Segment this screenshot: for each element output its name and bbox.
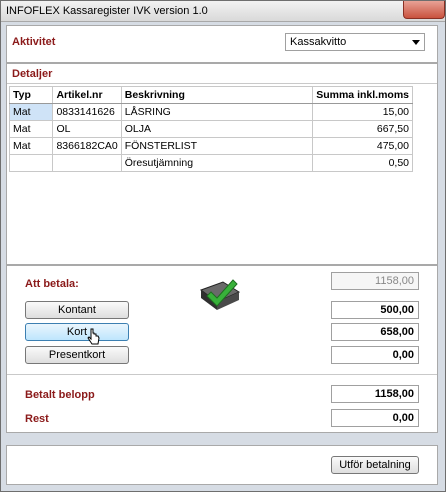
kort-field[interactable]: 658,00 [331, 323, 419, 341]
divider [7, 83, 437, 84]
cell-summa[interactable]: 475,00 [312, 137, 413, 155]
cell-beskrivning[interactable]: FÖNSTERLIST [120, 137, 314, 155]
cell-beskrivning[interactable]: Öresutjämning [120, 154, 314, 172]
cell-typ[interactable] [8, 154, 54, 172]
table-row[interactable]: Mat OL OLJA 667,50 [8, 120, 413, 138]
betalt-belopp-field: 1158,00 [331, 385, 419, 403]
kontant-button[interactable]: Kontant [25, 301, 129, 319]
cell-beskrivning[interactable]: LÅSRING [120, 103, 314, 121]
payment-pane: Att betala: 1158,00 Kontant 500,00 Kort … [6, 265, 438, 433]
aktivitet-select[interactable]: Kassakvitto [285, 33, 425, 51]
kontant-field[interactable]: 500,00 [331, 301, 419, 319]
cell-summa[interactable]: 667,50 [312, 120, 413, 138]
checkmark-register-icon [199, 279, 241, 310]
mouse-pointer-icon [87, 328, 100, 345]
cell-artikel[interactable] [52, 154, 122, 172]
presentkort-field[interactable]: 0,00 [331, 346, 419, 364]
cell-typ[interactable]: Mat [8, 137, 54, 155]
table-row[interactable]: Mat 8366182CA0 FÖNSTERLIST 475,00 [8, 137, 413, 155]
att-betala-label: Att betala: [25, 278, 79, 290]
column-header-artikel[interactable]: Artikel.nr [52, 86, 122, 104]
cell-artikel[interactable]: 0833141626 [52, 103, 122, 121]
att-betala-field: 1158,00 [331, 272, 419, 290]
aktivitet-selected: Kassakvitto [290, 36, 347, 48]
cell-artikel[interactable]: 8366182CA0 [52, 137, 122, 155]
close-icon[interactable] [403, 1, 445, 19]
cell-artikel[interactable]: OL [52, 120, 122, 138]
title-bar: INFOFLEX Kassaregister IVK version 1.0 [1, 1, 445, 22]
cell-beskrivning[interactable]: OLJA [120, 120, 314, 138]
app-window: INFOFLEX Kassaregister IVK version 1.0 A… [0, 0, 446, 492]
aktivitet-label: Aktivitet [12, 36, 56, 48]
detaljer-table: Typ Artikel.nr Beskrivning Summa inkl.mo… [8, 86, 413, 172]
detaljer-pane: Detaljer Typ Artikel.nr Beskrivning Summ… [6, 63, 438, 265]
table-header-row: Typ Artikel.nr Beskrivning Summa inkl.mo… [8, 86, 413, 104]
table-row[interactable]: Öresutjämning 0,50 [8, 154, 413, 172]
cell-summa[interactable]: 15,00 [312, 103, 413, 121]
utfor-betalning-button[interactable]: Utför betalning [331, 456, 419, 474]
rest-label: Rest [25, 413, 49, 425]
chevron-down-icon[interactable] [412, 40, 420, 45]
cell-typ[interactable]: Mat [8, 103, 54, 121]
detaljer-label: Detaljer [12, 68, 53, 80]
column-header-beskrivning[interactable]: Beskrivning [120, 86, 314, 104]
table-row[interactable]: Mat 0833141626 LÅSRING 15,00 [8, 103, 413, 121]
column-header-typ[interactable]: Typ [8, 86, 54, 104]
window-title: INFOFLEX Kassaregister IVK version 1.0 [6, 5, 208, 17]
rest-field: 0,00 [331, 409, 419, 427]
divider [7, 374, 437, 375]
action-pane: Utför betalning [6, 445, 438, 485]
presentkort-button[interactable]: Presentkort [25, 346, 129, 364]
column-header-summa[interactable]: Summa inkl.moms [312, 86, 413, 104]
aktivitet-pane: Aktivitet Kassakvitto [6, 25, 438, 63]
cell-summa[interactable]: 0,50 [312, 154, 413, 172]
kort-button[interactable]: Kort [25, 323, 129, 341]
betalt-belopp-label: Betalt belopp [25, 389, 95, 401]
cell-typ[interactable]: Mat [8, 120, 54, 138]
